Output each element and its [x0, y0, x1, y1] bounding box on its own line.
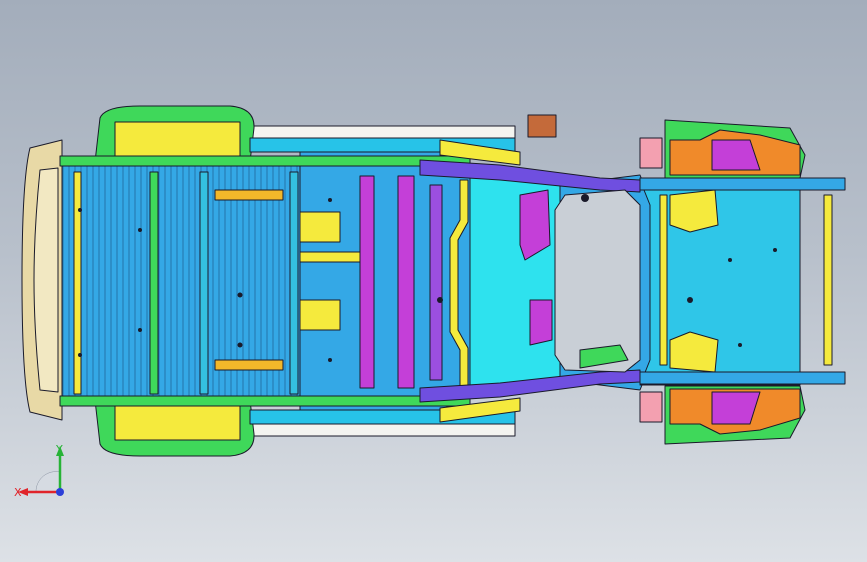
- right-sill-strip[interactable]: [244, 423, 516, 437]
- left-rear-wheel-tub-core[interactable]: [114, 121, 241, 157]
- mid-crossmember[interactable]: [289, 171, 299, 395]
- right-engine-mount[interactable]: [669, 331, 719, 373]
- seat-mount-1[interactable]: [214, 189, 284, 201]
- center-floor-panel[interactable]: [299, 149, 471, 413]
- right-pink-bracket[interactable]: [639, 391, 663, 423]
- floor-longitudinal-1[interactable]: [359, 175, 375, 389]
- right-rocker-rail[interactable]: [59, 395, 471, 407]
- rear-crossmember-2[interactable]: [149, 171, 159, 395]
- front-subframe-tube[interactable]: [659, 194, 668, 366]
- triad-plane-shading: [35, 471, 61, 493]
- car-body-underbody-model[interactable]: [0, 0, 867, 562]
- x-axis-label: X: [14, 486, 22, 499]
- left-engine-mount[interactable]: [669, 189, 719, 233]
- seat-mount-4[interactable]: [299, 299, 341, 331]
- front-bumper-beam[interactable]: [823, 194, 833, 366]
- rear-crossmember-3[interactable]: [199, 171, 209, 395]
- firewall-opening: [554, 189, 641, 373]
- seat-mount-3[interactable]: [299, 211, 341, 243]
- y-axis-label: Y: [55, 443, 63, 456]
- front-crossrail-left[interactable]: [639, 177, 846, 191]
- left-pink-bracket[interactable]: [639, 137, 663, 169]
- right-rear-wheel-tub-core[interactable]: [114, 405, 241, 441]
- graphics-viewport[interactable]: Y X: [0, 0, 867, 562]
- rear-crossmember-1[interactable]: [73, 171, 82, 395]
- front-crossrail-right[interactable]: [639, 371, 846, 385]
- left-rocker-rail[interactable]: [59, 155, 471, 167]
- floor-longitudinal-3[interactable]: [429, 184, 443, 381]
- seat-mount-5[interactable]: [299, 251, 361, 263]
- floor-longitudinal-2[interactable]: [397, 175, 415, 389]
- rear-panel-inner[interactable]: [33, 167, 59, 393]
- coordinate-triad-icon: Y X: [14, 443, 64, 499]
- left-sill-strip[interactable]: [244, 125, 516, 139]
- tow-hook-mount[interactable]: [527, 114, 557, 138]
- z-axis-dot: [56, 488, 64, 496]
- seat-mount-2[interactable]: [214, 359, 284, 371]
- firewall-gusset-lower[interactable]: [529, 299, 553, 346]
